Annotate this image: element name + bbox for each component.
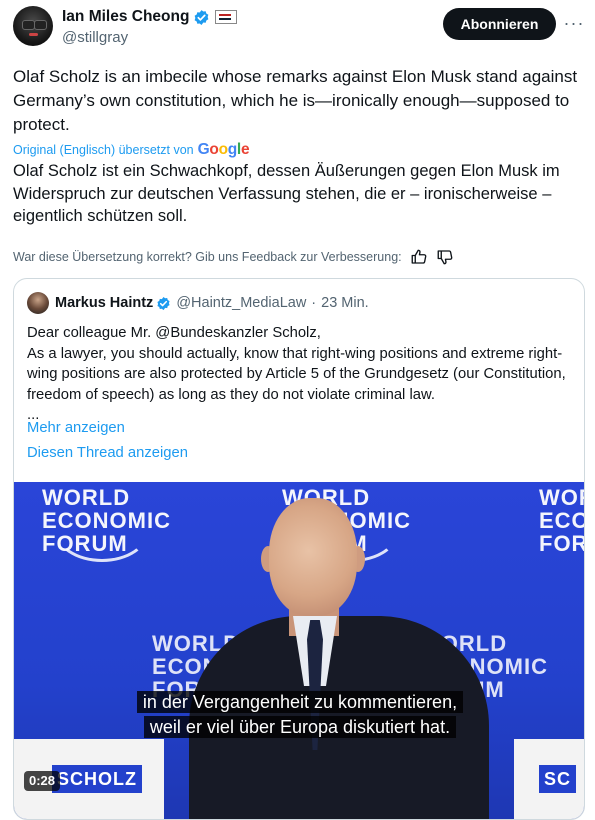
tweet-header: Ian Miles Cheong @stillgray Abonnieren ·… bbox=[0, 0, 595, 58]
speaker-figure bbox=[189, 498, 489, 819]
meta-separator: · bbox=[311, 295, 317, 311]
quoted-tweet-text: Dear colleague Mr. @Bundeskanzler Scholz… bbox=[27, 325, 566, 423]
show-more-link[interactable]: Mehr anzeigen bbox=[27, 420, 125, 436]
author-handle[interactable]: @stillgray bbox=[62, 29, 128, 46]
translation-feedback: War diese Übersetzung korrekt? Gib uns F… bbox=[13, 248, 454, 266]
translation-attribution: Original (Englisch) übersetzt von Google bbox=[13, 141, 250, 159]
author-avatar[interactable] bbox=[13, 6, 53, 46]
more-options-icon[interactable]: ··· bbox=[563, 12, 585, 34]
tweet-original-text: Olaf Scholz is an imbecile whose remarks… bbox=[13, 67, 578, 134]
affiliation-flag-icon bbox=[215, 10, 238, 24]
subscribe-button[interactable]: Abonnieren bbox=[443, 8, 556, 40]
quoted-author-handle[interactable]: @Haintz_MediaLaw bbox=[176, 295, 306, 311]
avatar-mouth bbox=[29, 33, 38, 36]
feedback-prompt: War diese Übersetzung korrekt? Gib uns F… bbox=[13, 250, 402, 264]
tweet-translated-text: Olaf Scholz ist ein Schwachkopf, dessen … bbox=[13, 162, 560, 225]
nameplate-right: SC bbox=[539, 765, 577, 793]
quoted-timestamp[interactable]: 23 Min. bbox=[321, 295, 369, 311]
wef-logo-text: WORLDECONOMICFORUM bbox=[539, 485, 584, 556]
video-subtitles: in der Vergangenheit zu kommentieren, we… bbox=[118, 690, 482, 740]
quoted-author-avatar[interactable] bbox=[27, 292, 49, 314]
thumbs-down-icon[interactable] bbox=[436, 248, 454, 266]
subtitle-line: in der Vergangenheit zu kommentieren, bbox=[136, 691, 464, 713]
verified-badge-icon bbox=[195, 9, 209, 25]
thumbs-up-icon[interactable] bbox=[410, 248, 428, 266]
quoted-tweet-card[interactable]: Markus Haintz @Haintz_MediaLaw · 23 Min.… bbox=[13, 278, 585, 820]
verified-badge-icon bbox=[157, 296, 170, 310]
speaker-head bbox=[269, 498, 357, 616]
subtitle-line: weil er viel über Europa diskutiert hat. bbox=[143, 716, 457, 738]
translation-label[interactable]: Original (Englisch) übersetzt von bbox=[13, 143, 194, 157]
quoted-tweet-header: Markus Haintz @Haintz_MediaLaw · 23 Min. bbox=[27, 292, 369, 314]
video-duration-badge: 0:28 bbox=[24, 771, 61, 791]
author-name-row: Ian Miles Cheong bbox=[62, 7, 238, 27]
nameplate-left: SCHOLZ bbox=[52, 765, 142, 793]
avatar-sunglasses-right bbox=[34, 20, 47, 30]
video-player[interactable]: WORLDECONOMICFORUM WORLDECONOMICFORUM WO… bbox=[14, 482, 584, 819]
wef-logo-arc bbox=[54, 496, 150, 562]
author-name[interactable]: Ian Miles Cheong bbox=[62, 8, 189, 26]
quoted-author-name[interactable]: Markus Haintz bbox=[55, 295, 153, 311]
google-logo: Google bbox=[197, 141, 250, 158]
show-thread-link[interactable]: Diesen Thread anzeigen bbox=[27, 445, 188, 461]
